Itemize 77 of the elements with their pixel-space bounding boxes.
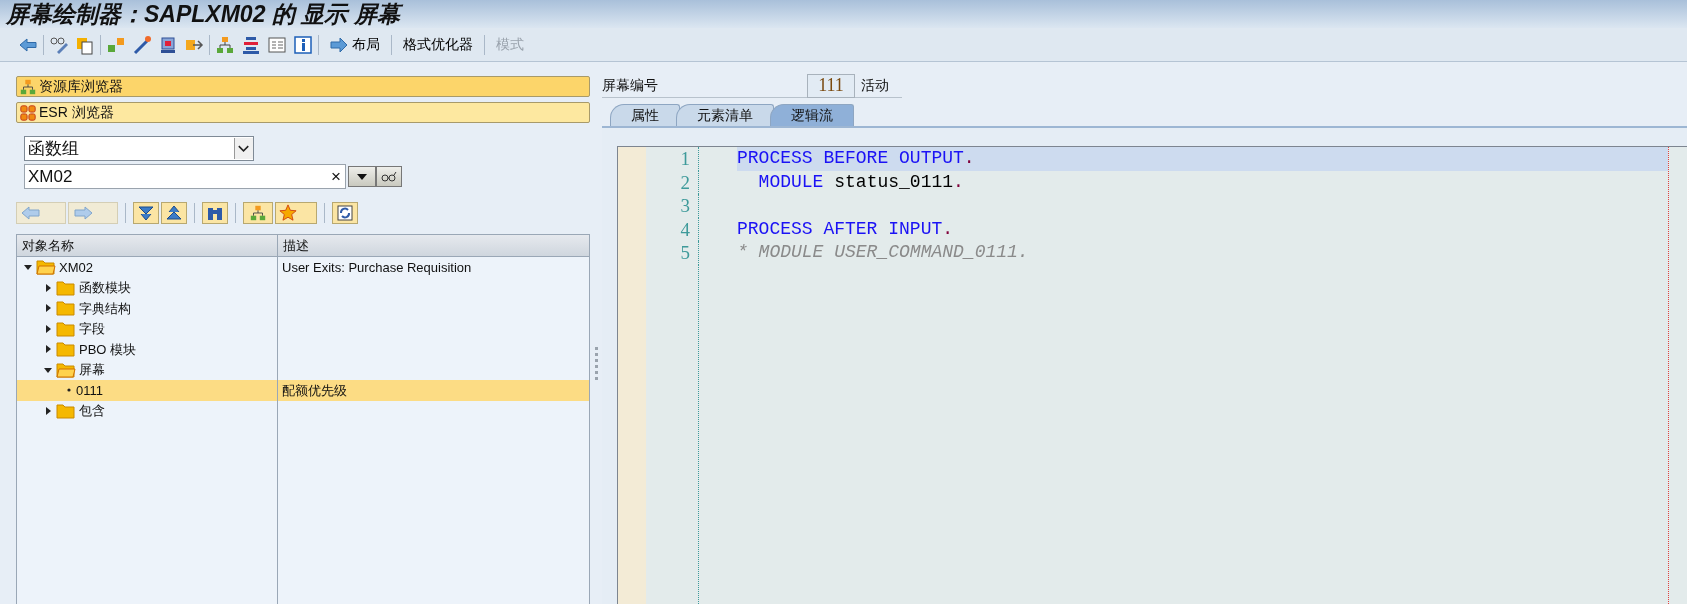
tree-item-label: 0111: [76, 381, 103, 400]
line-number: 5: [646, 241, 699, 265]
tree-item[interactable]: 包含: [17, 400, 277, 421]
tab[interactable]: 逻辑流: [770, 104, 854, 126]
chevron-down-icon[interactable]: [234, 138, 253, 159]
arrow-left-icon: [21, 206, 41, 220]
tree-item-label: PBO 模块: [79, 340, 137, 359]
glasses-icon: [381, 170, 397, 183]
stamp-icon[interactable]: [158, 34, 178, 55]
arrow-right-icon: [73, 206, 93, 220]
refresh-icon: [337, 205, 353, 221]
screen-number-label: 屏幕编号: [602, 76, 659, 95]
grid-icon: [19, 103, 37, 122]
caret-right-icon[interactable]: [43, 323, 53, 334]
display-button[interactable]: [376, 166, 402, 187]
folder-icon: [56, 341, 76, 358]
description-cell-text: 配额优先级: [282, 381, 347, 400]
tree-item-label: 字典结构: [79, 299, 131, 318]
tree-item[interactable]: PBO 模块: [17, 339, 277, 360]
toolbar-button[interactable]: 布局: [324, 34, 386, 55]
clear-button[interactable]: ×: [331, 163, 341, 190]
favorites-button[interactable]: [275, 202, 317, 224]
line-number: 4: [646, 217, 699, 241]
column-header[interactable]: 描述: [277, 235, 589, 256]
binoculars-icon: [207, 205, 223, 221]
tree-item[interactable]: XM02: [17, 257, 277, 278]
dropdown-button[interactable]: [348, 166, 376, 187]
line-number: 3: [646, 194, 699, 218]
hierarchy-icon: [19, 77, 37, 96]
tree-item[interactable]: 字段: [17, 318, 277, 339]
tree-item[interactable]: 字典结构: [17, 298, 277, 319]
caret-right-icon[interactable]: [43, 282, 53, 293]
collapse-icon: [166, 205, 182, 221]
tree-item-label: 字段: [79, 320, 105, 338]
arrow-right-icon: [330, 37, 348, 52]
open-folder-icon: [56, 361, 76, 378]
screen-number-field: 111: [807, 73, 855, 98]
line-number: 2: [646, 170, 699, 194]
status-label: 活动: [861, 76, 889, 95]
expand-button[interactable]: [133, 202, 159, 224]
folder-icon: [56, 320, 76, 337]
tree-item[interactable]: 0111: [17, 380, 277, 401]
tree-item-label: 包含: [79, 402, 105, 420]
caret-down-icon: [356, 172, 368, 181]
layers-icon[interactable]: [241, 34, 261, 55]
tab[interactable]: 属性: [610, 104, 680, 126]
column-header[interactable]: 对象名称: [17, 235, 277, 256]
caret-right-icon[interactable]: [43, 344, 53, 355]
find-button[interactable]: [202, 202, 228, 224]
collapse-button[interactable]: [161, 202, 187, 224]
tree-item[interactable]: 函数模块: [17, 277, 277, 298]
caret-right-icon[interactable]: [43, 303, 53, 314]
hierarchy-icon: [249, 204, 267, 222]
tree-item-label: 函数模块: [79, 279, 131, 297]
tree-item[interactable]: 屏幕: [17, 359, 277, 380]
toolbar-button[interactable]: 格式优化器: [397, 34, 479, 55]
tree-item-label: XM02: [59, 258, 93, 277]
star-icon: [279, 204, 297, 222]
wand-icon[interactable]: [132, 34, 152, 55]
navigator-bar[interactable]: ESR 浏览器: [16, 102, 590, 123]
folder-icon: [56, 279, 76, 296]
glasses-pencil-icon[interactable]: [49, 34, 69, 55]
tree-item-label: 屏幕: [79, 361, 105, 379]
info-icon[interactable]: [293, 34, 313, 55]
navigator-bar[interactable]: 资源库浏览器: [16, 76, 590, 97]
form-icon[interactable]: [267, 34, 287, 55]
description-cell-text: User Exits: Purchase Requisition: [282, 258, 472, 277]
code-editor[interactable]: 1 PROCESS BEFORE OUTPUT. 2 MODULE status_0111. 3 4 PROCESS AFTER INPUT. 5 * MODULE USER_COMMAND_0111.: [617, 146, 1687, 604]
expand-icon: [138, 205, 154, 221]
caret-right-icon[interactable]: [43, 405, 53, 416]
open-folder-icon: [36, 259, 56, 276]
splitter-handle[interactable]: [595, 345, 599, 381]
tab[interactable]: 元素清单: [676, 104, 774, 126]
line-number: 1: [646, 147, 699, 171]
folder-icon: [56, 300, 76, 317]
object-name-field[interactable]: XM02 ×: [24, 164, 346, 189]
refresh-button[interactable]: [332, 202, 358, 224]
